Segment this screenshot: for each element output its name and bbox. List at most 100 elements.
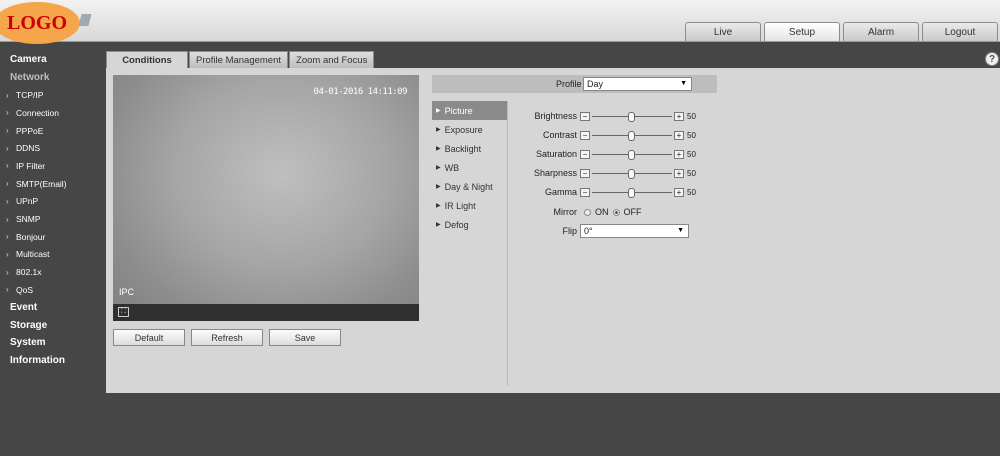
sidebar-item-bonjour[interactable]: › Bonjour: [0, 228, 104, 246]
flip-select[interactable]: 0° ▼: [580, 224, 689, 238]
sidebar-item-upnp[interactable]: › UPnP: [0, 193, 104, 211]
slider-thumb[interactable]: [628, 168, 635, 179]
submenu-item-label: Exposure: [444, 124, 483, 135]
slider-thumb[interactable]: [628, 187, 635, 198]
sidebar-item-pppoe[interactable]: › PPPoE: [0, 122, 104, 140]
sidebar-item-qos[interactable]: › QoS: [0, 281, 104, 299]
mirror-on-label: ON: [595, 207, 609, 217]
slider-thumb[interactable]: [628, 149, 635, 160]
tab-setup[interactable]: Setup: [764, 22, 840, 41]
submenu-item-exposure[interactable]: ▶ Exposure: [432, 120, 507, 139]
sidebar-item-camera[interactable]: Camera: [0, 51, 104, 69]
tab-profile-management[interactable]: Profile Management: [189, 51, 289, 68]
tab-live[interactable]: Live: [685, 22, 761, 41]
sidebar-item-snmp[interactable]: › SNMP: [0, 210, 104, 228]
triangle-right-icon: ▶: [436, 108, 441, 114]
slider-track[interactable]: [590, 111, 674, 122]
triangle-right-icon: ▶: [436, 127, 441, 133]
video-preview: 04-01-2016 14:11:09 IPC ⛶: [113, 75, 419, 321]
mirror-on-radio[interactable]: [584, 208, 591, 216]
minus-button[interactable]: −: [580, 168, 590, 178]
mirror-off-radio[interactable]: [612, 208, 620, 216]
top-nav: Live Setup Alarm Logout: [685, 22, 998, 41]
slider-value: 50: [687, 168, 696, 178]
default-button[interactable]: Default: [113, 329, 185, 346]
sidebar-item-smtp-email[interactable]: › SMTP(Email): [0, 175, 104, 193]
sidebar-item-tcp-ip[interactable]: › TCP/IP: [0, 86, 104, 104]
slider-label: Sharpness: [533, 168, 577, 178]
fullscreen-icon[interactable]: ⛶: [118, 307, 129, 317]
mirror-row: Mirror ON OFF: [510, 205, 642, 219]
minus-button[interactable]: −: [580, 149, 590, 159]
sidebar-item-information[interactable]: Information: [0, 352, 104, 370]
picture-submenu: ▶ Picture ▶ Exposure ▶ Backlight ▶ WB ▶ Day & Nig…: [432, 101, 508, 386]
logo-text: LOGO: [6, 11, 67, 34]
video-toolbar: ⛶: [113, 304, 419, 321]
refresh-button[interactable]: Refresh: [191, 329, 263, 346]
tab-alarm[interactable]: Alarm: [843, 22, 919, 41]
submenu-item-day-night[interactable]: ▶ Day & Night: [432, 177, 507, 196]
plus-button[interactable]: +: [674, 168, 684, 178]
action-buttons: Default Refresh Save: [113, 329, 341, 346]
submenu-item-label: Defog: [444, 219, 469, 230]
help-icon[interactable]: ?: [985, 52, 999, 66]
sidebar-item-event[interactable]: Event: [0, 299, 104, 317]
slider-value: 50: [687, 187, 696, 197]
submenu-item-picture[interactable]: ▶ Picture: [432, 101, 507, 120]
save-button[interactable]: Save: [269, 329, 341, 346]
slider-thumb[interactable]: [628, 130, 635, 141]
profile-bar: Profile Day ▼: [432, 75, 717, 93]
slider-track[interactable]: [590, 130, 674, 141]
slider-label: Contrast: [542, 130, 577, 140]
minus-button[interactable]: −: [580, 130, 590, 140]
plus-button[interactable]: +: [674, 111, 684, 121]
chevron-right-icon: ›: [6, 196, 9, 206]
flip-select-value: 0°: [584, 226, 593, 236]
sidebar-item-network[interactable]: Network: [0, 69, 104, 87]
profile-select[interactable]: Day ▼: [583, 77, 692, 91]
triangle-right-icon: ▶: [436, 146, 441, 152]
sidebar-item-label: 802.1x: [16, 267, 42, 278]
logout-button[interactable]: Logout: [922, 22, 998, 41]
slider-track[interactable]: [590, 187, 674, 198]
sidebar-item-connection[interactable]: › Connection: [0, 104, 104, 122]
plus-button[interactable]: +: [674, 187, 684, 197]
sidebar-item-label: QoS: [16, 284, 34, 295]
slider-thumb[interactable]: [628, 111, 635, 122]
app-window: LOGO Live Setup Alarm Logout Camera Netwo…: [0, 0, 1000, 456]
chevron-right-icon: ›: [6, 214, 9, 224]
tab-zoom-and-focus[interactable]: Zoom and Focus: [289, 51, 375, 68]
slider-track[interactable]: [590, 168, 674, 179]
sidebar-item-ip-filter[interactable]: › IP Filter: [0, 157, 104, 175]
submenu-item-defog[interactable]: ▶ Defog: [432, 215, 507, 234]
logo: LOGO: [0, 2, 80, 44]
sidebar-item-label: IP Filter: [16, 160, 46, 171]
submenu-item-label: Picture: [444, 105, 473, 116]
sidebar-item-label: UPnP: [16, 196, 39, 207]
sidebar-item-802-1x[interactable]: › 802.1x: [0, 263, 104, 281]
tab-conditions[interactable]: Conditions: [106, 51, 188, 69]
sidebar-item-ddns[interactable]: › DDNS: [0, 139, 104, 157]
minus-button[interactable]: −: [580, 187, 590, 197]
triangle-right-icon: ▶: [436, 184, 441, 190]
plus-button[interactable]: +: [674, 149, 684, 159]
slider-label: Saturation: [535, 149, 577, 159]
mirror-off-label: OFF: [623, 207, 642, 217]
sidebar-item-system[interactable]: System: [0, 334, 104, 352]
chevron-right-icon: ›: [6, 285, 9, 295]
sidebar-item-storage[interactable]: Storage: [0, 316, 104, 334]
plus-button[interactable]: +: [674, 130, 684, 140]
slider-row-gamma: Gamma − +50: [510, 185, 696, 199]
sidebar-item-multicast[interactable]: › Multicast: [0, 246, 104, 264]
submenu-item-wb[interactable]: ▶ WB: [432, 158, 507, 177]
chevron-right-icon: ›: [6, 126, 9, 136]
sidebar-item-label: Event: [10, 301, 38, 313]
minus-button[interactable]: −: [580, 111, 590, 121]
sidebar-item-label: System: [10, 337, 46, 349]
slider-track[interactable]: [590, 149, 674, 160]
slider-label: Gamma: [544, 187, 577, 197]
submenu-item-backlight[interactable]: ▶ Backlight: [432, 139, 507, 158]
chevron-right-icon: ›: [6, 161, 9, 171]
submenu-item-ir-light[interactable]: ▶ IR Light: [432, 196, 507, 215]
osd-channel-label: IPC: [119, 287, 135, 297]
